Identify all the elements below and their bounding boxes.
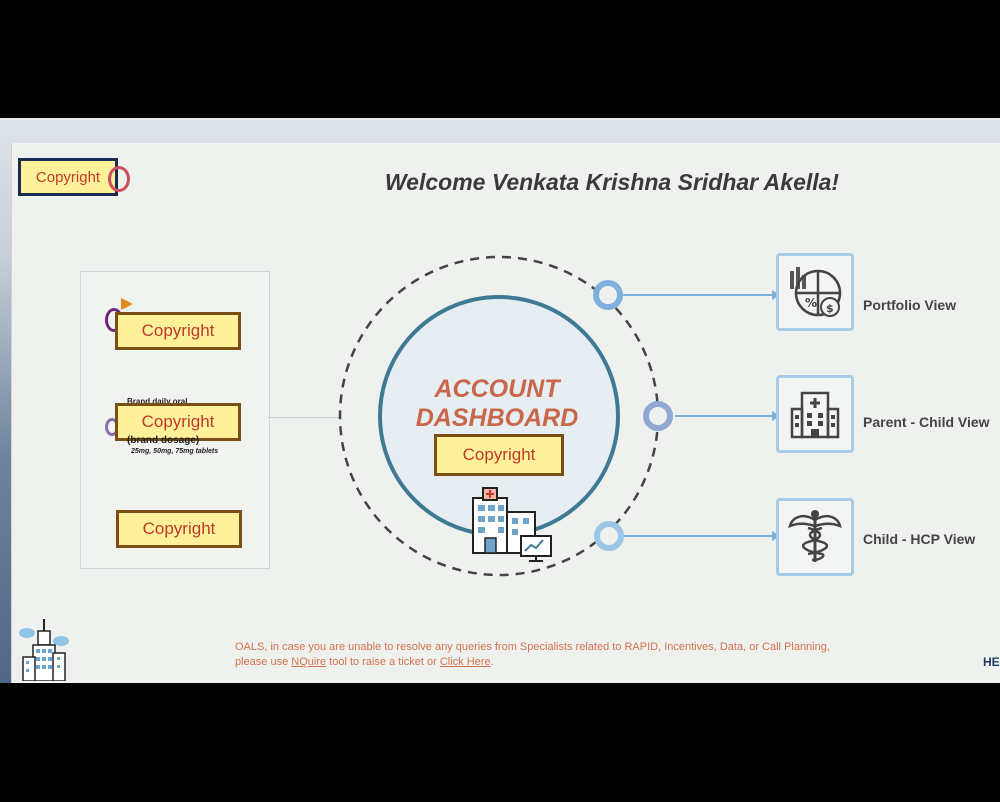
hospital-building-icon bbox=[790, 391, 840, 439]
dashboard-canvas: Copyright Welcome Venkata Krishna Sridha… bbox=[11, 143, 1000, 683]
child-hcp-view-label[interactable]: Child - HCP View bbox=[863, 531, 975, 547]
help-link[interactable]: HE bbox=[983, 655, 1000, 669]
child-hcp-view-button[interactable] bbox=[776, 498, 854, 576]
dashboard-frame: Copyright Welcome Venkata Krishna Sridha… bbox=[0, 118, 1000, 683]
support-notice: OALS, in case you are unable to resolve … bbox=[235, 641, 830, 668]
dashboard-title-line1: ACCOUNT bbox=[434, 375, 560, 403]
parent-child-node-icon bbox=[643, 401, 673, 431]
click-here-link[interactable]: Click Here bbox=[440, 656, 491, 668]
nquire-link[interactable]: NQuire bbox=[291, 656, 326, 668]
account-dashboard-title[interactable]: ACCOUNT DASHBOARD bbox=[392, 375, 602, 433]
top-letterbox bbox=[0, 0, 1000, 118]
svg-text:$: $ bbox=[826, 302, 834, 315]
portfolio-node-icon bbox=[593, 280, 623, 310]
portfolio-chart-icon: % $ bbox=[790, 267, 842, 317]
dashboard-title-line2: DASHBOARD bbox=[415, 404, 579, 432]
parent-child-view-button[interactable] bbox=[776, 375, 854, 453]
parent-child-view-label[interactable]: Parent - Child View bbox=[863, 414, 990, 430]
caduceus-icon bbox=[788, 510, 842, 562]
svg-text:%: % bbox=[805, 296, 817, 310]
portfolio-view-label[interactable]: Portfolio View bbox=[863, 297, 956, 313]
dashboard-copyright-badge: Copyright bbox=[434, 434, 564, 476]
bottom-letterbox bbox=[0, 683, 1000, 802]
portfolio-view-button[interactable]: % $ bbox=[776, 253, 854, 331]
city-skyline-icon bbox=[19, 619, 69, 681]
hcp-node-icon bbox=[594, 521, 624, 551]
